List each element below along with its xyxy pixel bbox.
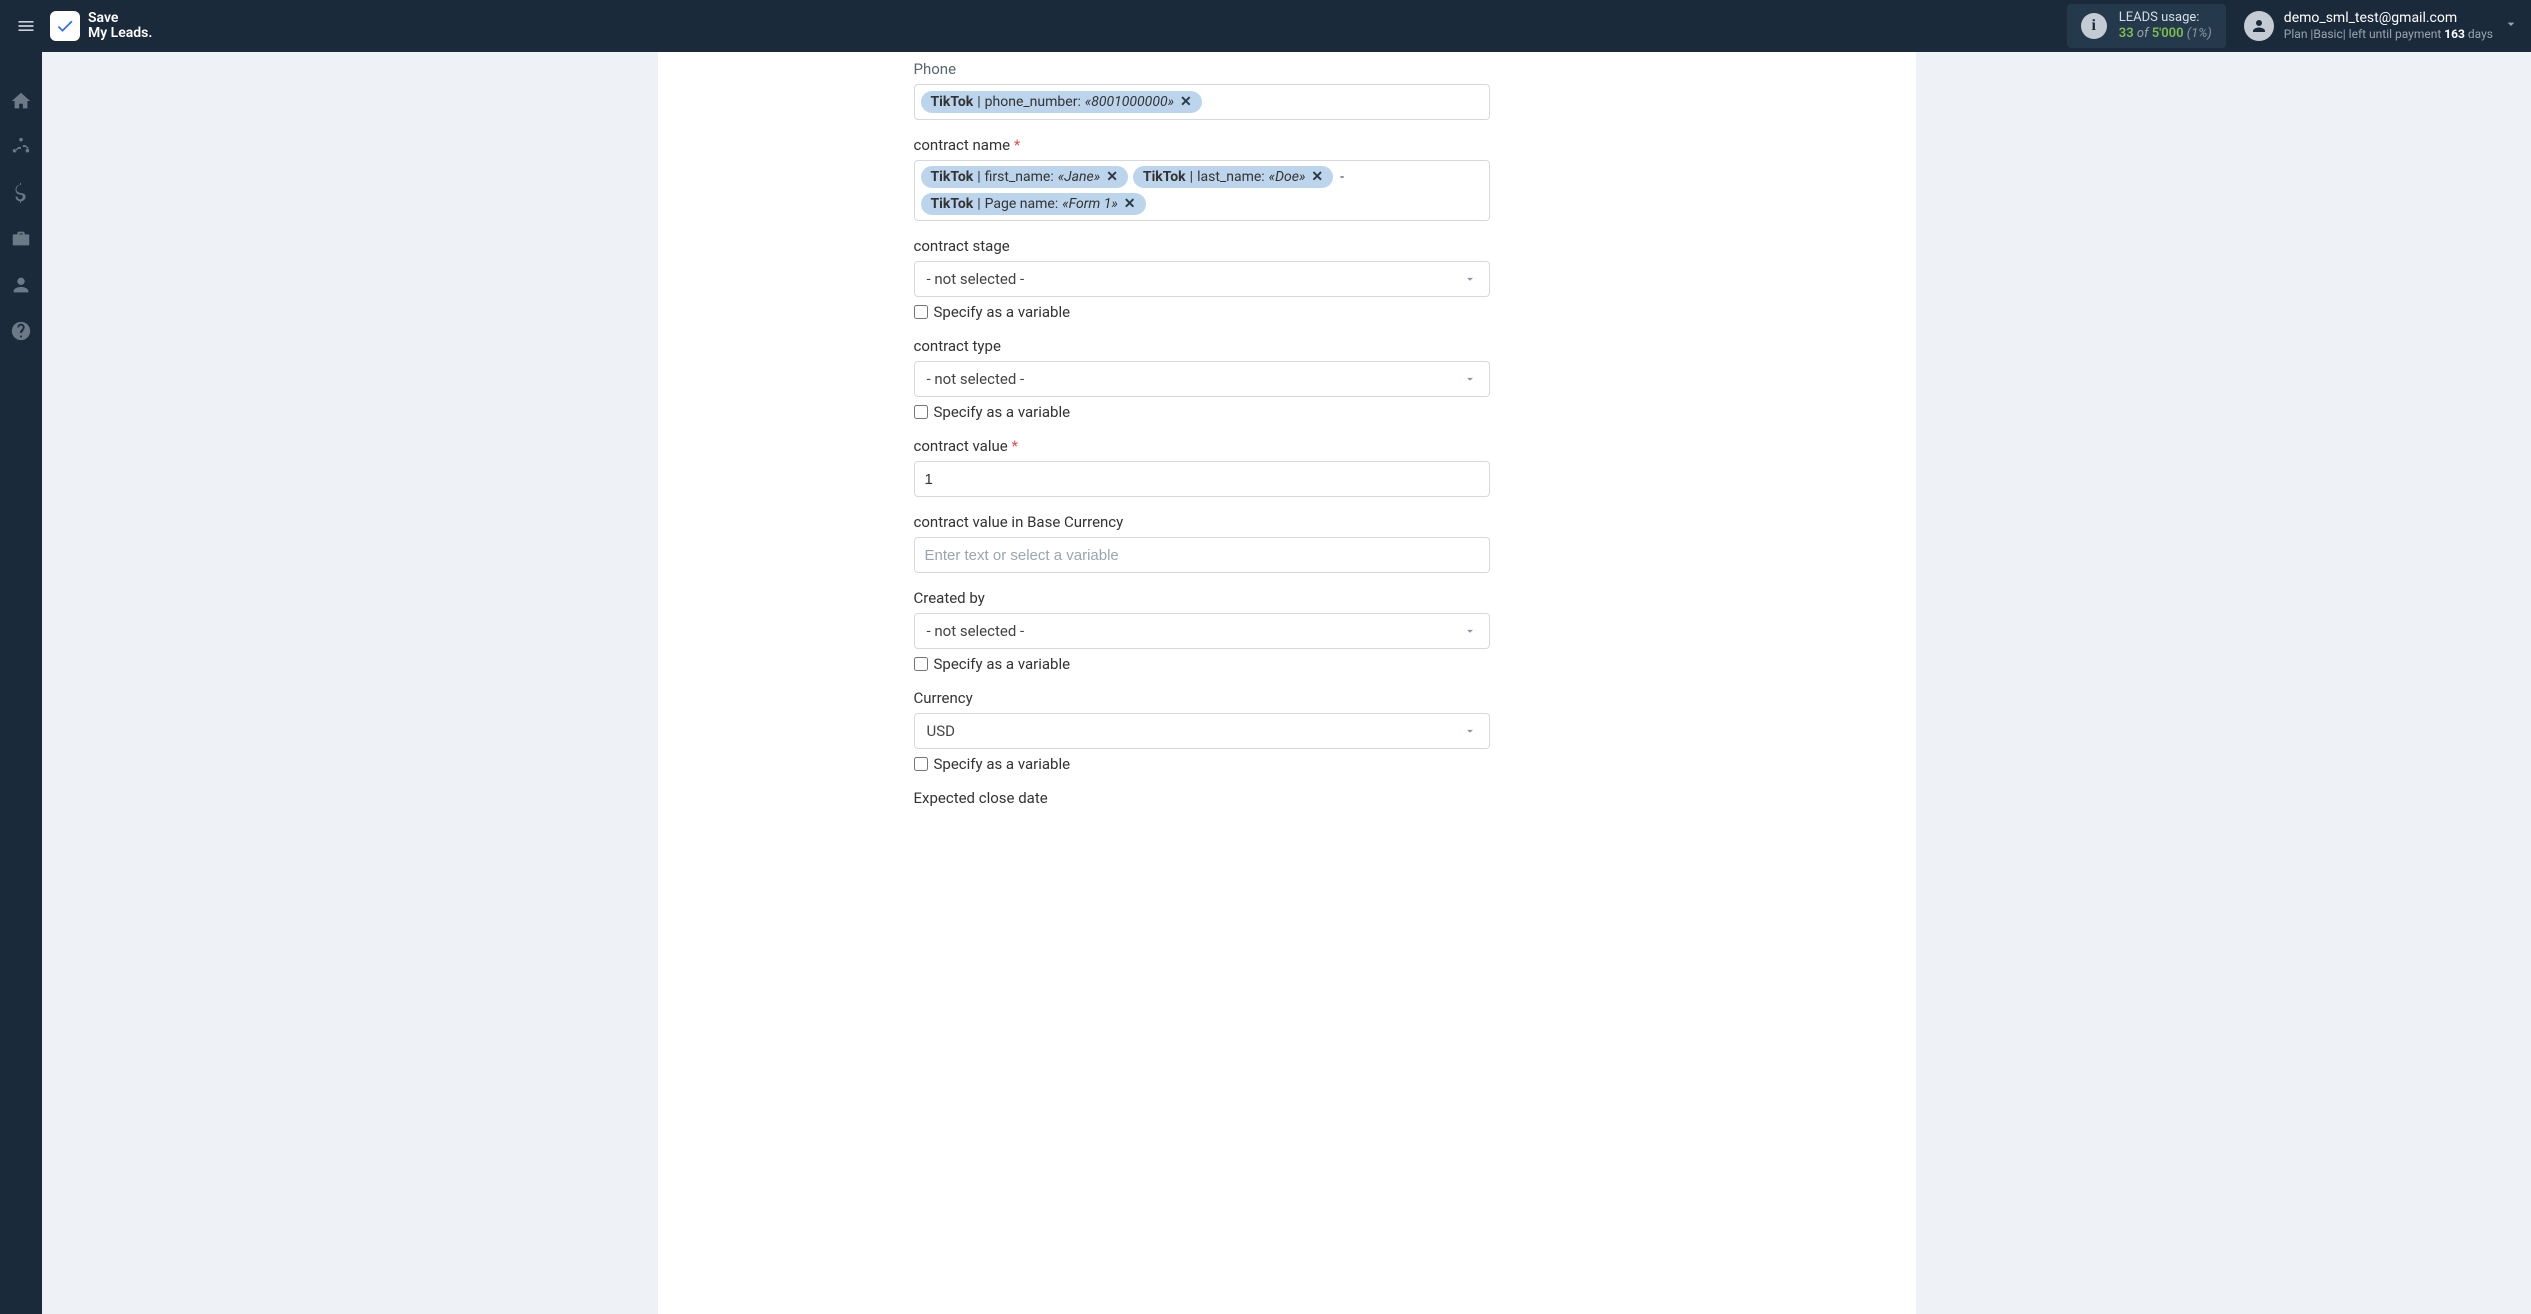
logo-line2: My Leads.: [88, 26, 152, 41]
created-by-var-checkbox[interactable]: [914, 657, 928, 671]
user-icon[interactable]: [10, 274, 32, 296]
logo-icon: [50, 11, 80, 41]
contract-type-var-checkbox[interactable]: [914, 405, 928, 419]
sidebar: [0, 52, 42, 1314]
usage-used: 33: [2119, 26, 2134, 41]
firstname-tag[interactable]: TikTok | first_name: «Jane» ✕: [921, 166, 1128, 188]
logo-text: Save My Leads.: [88, 11, 152, 42]
hamburger-menu-button[interactable]: [12, 12, 40, 40]
logo[interactable]: Save My Leads.: [50, 11, 152, 42]
dollar-icon[interactable]: [10, 182, 32, 204]
currency-select[interactable]: USD: [914, 713, 1490, 749]
remove-tag-icon[interactable]: ✕: [1180, 94, 1192, 110]
chevron-down-icon: [1463, 372, 1477, 386]
expected-close-label: Expected close date: [914, 789, 1490, 807]
usage-total: 5'000: [2152, 26, 2184, 41]
field-expected-close: Expected close date: [914, 789, 1490, 807]
phone-tag[interactable]: TikTok | phone_number: «8001000000» ✕: [921, 91, 1202, 113]
base-currency-input[interactable]: [914, 537, 1490, 573]
created-by-value: - not selected -: [927, 622, 1025, 640]
contract-type-value: - not selected -: [927, 370, 1025, 388]
base-currency-label: contract value in Base Currency: [914, 513, 1490, 531]
logo-line1: Save: [88, 11, 152, 26]
remove-tag-icon[interactable]: ✕: [1311, 169, 1323, 185]
contract-name-input[interactable]: TikTok | first_name: «Jane» ✕ TikTok | l…: [914, 160, 1490, 221]
pagename-tag[interactable]: TikTok | Page name: «Form 1» ✕: [921, 193, 1146, 215]
currency-label: Currency: [914, 689, 1490, 707]
field-contract-value: contract value *: [914, 437, 1490, 497]
chevron-down-icon: [1463, 624, 1477, 638]
contract-stage-var-label[interactable]: Specify as a variable: [934, 303, 1071, 321]
app-header: Save My Leads. i LEADS usage: 33 of 5'00…: [0, 0, 2531, 52]
field-contract-name: contract name * TikTok | first_name: «Ja…: [914, 136, 1490, 221]
account-widget[interactable]: demo_sml_test@gmail.com Plan |Basic| lef…: [2244, 10, 2493, 41]
created-by-select[interactable]: - not selected -: [914, 613, 1490, 649]
remove-tag-icon[interactable]: ✕: [1106, 169, 1118, 185]
chevron-down-icon: [1463, 724, 1477, 738]
contract-type-label: contract type: [914, 337, 1490, 355]
chevron-down-icon: [1463, 272, 1477, 286]
contract-stage-label: contract stage: [914, 237, 1490, 255]
field-contract-type: contract type - not selected - Specify a…: [914, 337, 1490, 421]
help-icon[interactable]: [10, 320, 32, 342]
contract-name-label: contract name *: [914, 136, 1490, 154]
home-icon[interactable]: [10, 90, 32, 112]
usage-widget[interactable]: i LEADS usage: 33 of 5'000 (1%): [2067, 4, 2226, 47]
field-base-currency: contract value in Base Currency: [914, 513, 1490, 573]
lastname-tag[interactable]: TikTok | last_name: «Doe» ✕: [1133, 166, 1333, 188]
separator-text: -: [1338, 169, 1346, 185]
briefcase-icon[interactable]: [10, 228, 32, 250]
contract-value-input[interactable]: [914, 461, 1490, 497]
usage-of: of: [2137, 26, 2149, 41]
contract-value-label: contract value *: [914, 437, 1490, 455]
form-card: Phone TikTok | phone_number: «8001000000…: [658, 52, 1916, 1314]
contract-stage-value: - not selected -: [927, 270, 1025, 288]
field-phone: Phone TikTok | phone_number: «8001000000…: [914, 60, 1490, 120]
created-by-var-label[interactable]: Specify as a variable: [934, 655, 1071, 673]
remove-tag-icon[interactable]: ✕: [1124, 196, 1136, 212]
field-created-by: Created by - not selected - Specify as a…: [914, 589, 1490, 673]
usage-pct: (1%): [2187, 26, 2212, 41]
contract-stage-var-checkbox[interactable]: [914, 305, 928, 319]
contract-type-select[interactable]: - not selected -: [914, 361, 1490, 397]
field-contract-stage: contract stage - not selected - Specify …: [914, 237, 1490, 321]
usage-text: LEADS usage: 33 of 5'000 (1%): [2119, 10, 2212, 41]
field-currency: Currency USD Specify as a variable: [914, 689, 1490, 773]
contract-type-var-label[interactable]: Specify as a variable: [934, 403, 1071, 421]
avatar-icon: [2244, 11, 2274, 41]
info-icon: i: [2081, 13, 2107, 39]
account-plan: Plan |Basic| left until payment 163 days: [2284, 27, 2493, 41]
contract-stage-select[interactable]: - not selected -: [914, 261, 1490, 297]
created-by-label: Created by: [914, 589, 1490, 607]
account-email: demo_sml_test@gmail.com: [2284, 10, 2493, 27]
phone-input[interactable]: TikTok | phone_number: «8001000000» ✕: [914, 84, 1490, 120]
expand-account-button[interactable]: [2503, 16, 2519, 36]
main-content: Phone TikTok | phone_number: «8001000000…: [42, 52, 2531, 1314]
currency-var-checkbox[interactable]: [914, 757, 928, 771]
currency-var-label[interactable]: Specify as a variable: [934, 755, 1071, 773]
currency-value: USD: [927, 722, 955, 740]
connections-icon[interactable]: [10, 136, 32, 158]
phone-label: Phone: [914, 60, 1490, 78]
usage-title: LEADS usage:: [2119, 10, 2212, 26]
